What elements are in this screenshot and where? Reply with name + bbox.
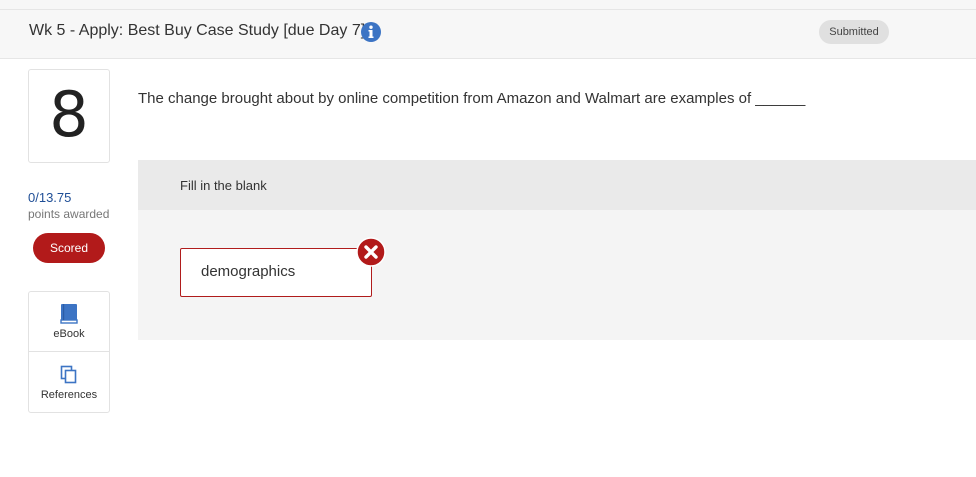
question-type-label: Fill in the blank (180, 178, 267, 193)
answer-value: demographics (201, 263, 296, 280)
points-label: points awarded (28, 207, 110, 221)
submitted-badge: Submitted (819, 20, 889, 44)
answer-panel-header: Fill in the blank (138, 160, 976, 210)
ebook-label: eBook (53, 328, 85, 340)
ebook-button[interactable]: eBook (29, 292, 109, 352)
top-strip (0, 0, 976, 10)
scored-badge: Scored (33, 233, 105, 263)
book-icon (60, 304, 78, 324)
incorrect-icon (356, 237, 386, 267)
tools-panel: eBook References (28, 291, 110, 413)
question-prompt: The change brought about by online compe… (138, 90, 806, 107)
points-value: 0/13.75 (28, 190, 72, 205)
references-button[interactable]: References (29, 353, 109, 413)
question-number-box: 8 (28, 69, 110, 163)
info-icon[interactable] (361, 22, 381, 42)
answer-panel: Fill in the blank demographics (138, 160, 976, 340)
copy-icon (60, 365, 77, 384)
references-label: References (40, 389, 98, 401)
assignment-title: Wk 5 - Apply: Best Buy Case Study [due D… (29, 22, 366, 39)
answer-field[interactable]: demographics (180, 248, 372, 297)
question-number: 8 (49, 78, 89, 151)
assignment-header: Wk 5 - Apply: Best Buy Case Study [due D… (0, 10, 976, 59)
